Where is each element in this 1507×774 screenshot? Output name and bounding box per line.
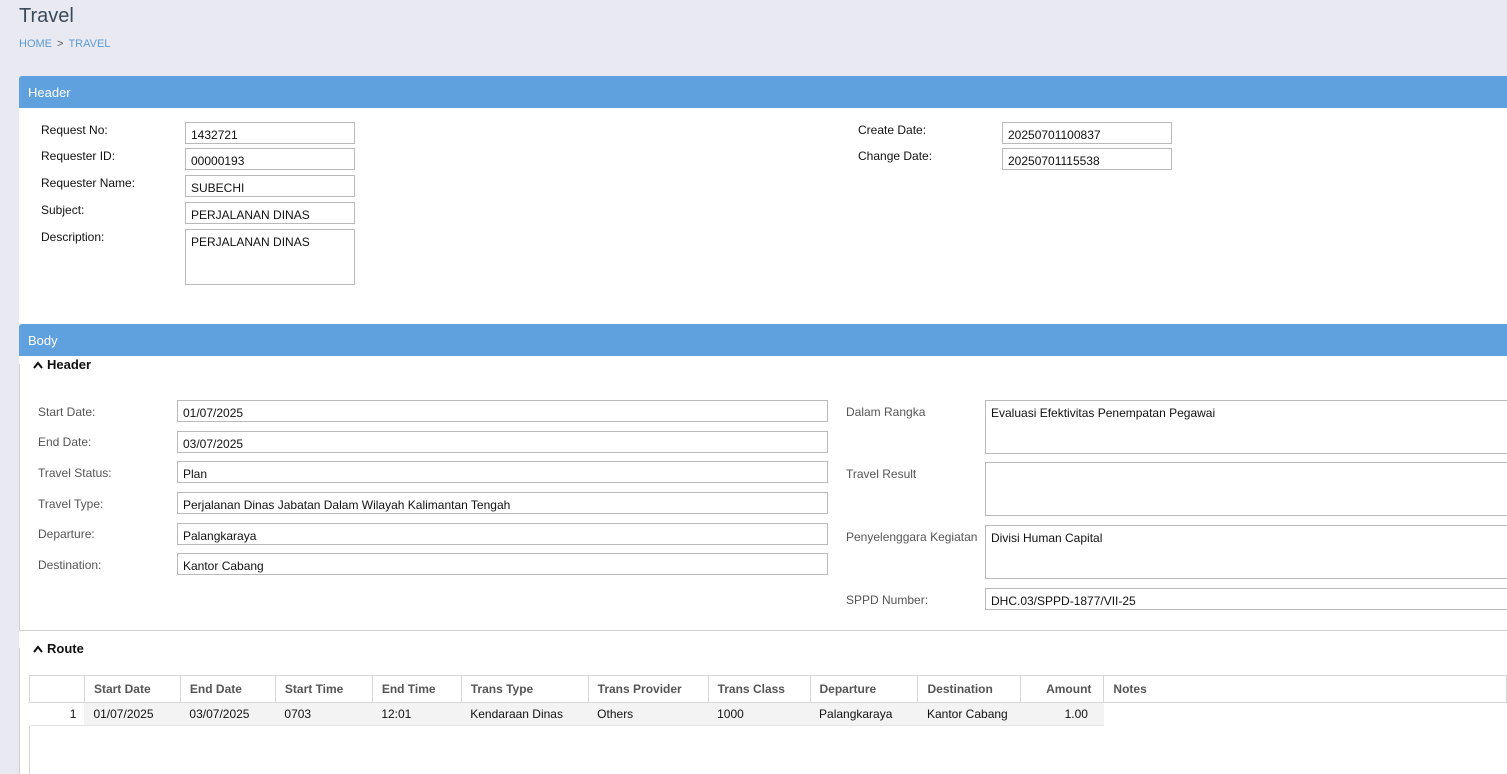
destination-field[interactable]: Kantor Cabang: [177, 553, 828, 575]
create-date-field[interactable]: 20250701100837: [1002, 122, 1172, 144]
cell-departure[interactable]: Palangkaraya: [810, 702, 918, 726]
subject-field[interactable]: PERJALANAN DINAS: [185, 202, 355, 224]
col-start-date[interactable]: Start Date: [84, 675, 181, 703]
requester-id-field[interactable]: 00000193: [185, 148, 355, 170]
cell-trans-class[interactable]: 1000: [708, 702, 811, 726]
sppd-number-label: SPPD Number:: [846, 593, 929, 607]
description-label: Description:: [41, 230, 105, 244]
body-panel-bar: Body: [19, 324, 1507, 356]
travel-type-label: Travel Type:: [38, 497, 104, 511]
create-date-label: Create Date:: [858, 123, 927, 137]
cell-start-date[interactable]: 01/07/2025: [84, 702, 181, 726]
requester-name-field[interactable]: SUBECHI: [185, 175, 355, 197]
travel-result-label: Travel Result: [846, 467, 917, 481]
departure-field[interactable]: Palangkaraya: [177, 523, 828, 545]
cell-trans-provider[interactable]: Others: [588, 702, 709, 726]
request-no-field[interactable]: 1432721: [185, 122, 355, 144]
breadcrumb: HOME > TRAVEL: [19, 38, 110, 50]
destination-label: Destination:: [38, 558, 102, 572]
cell-destination[interactable]: Kantor Cabang: [917, 702, 1021, 726]
cell-start-time[interactable]: 0703: [275, 702, 373, 726]
route-section-title: Route: [47, 641, 84, 656]
col-row-number: [29, 675, 85, 703]
travel-status-label: Travel Status:: [38, 466, 112, 480]
route-section-toggle[interactable]: Route: [33, 641, 84, 656]
cell-end-time[interactable]: 12:01: [372, 702, 462, 726]
header-section-border-left: [19, 364, 20, 630]
col-start-time[interactable]: Start Time: [275, 675, 373, 703]
cell-notes[interactable]: [1103, 702, 1507, 726]
request-no-label: Request No:: [41, 123, 108, 137]
description-field[interactable]: PERJALANAN DINAS: [185, 229, 355, 285]
col-end-time[interactable]: End Time: [372, 675, 462, 703]
col-trans-type[interactable]: Trans Type: [461, 675, 589, 703]
end-date-label: End Date:: [38, 435, 92, 449]
start-date-label: Start Date:: [38, 405, 96, 419]
header-section-border-bottom: [19, 630, 1507, 631]
end-date-field[interactable]: 03/07/2025: [177, 431, 828, 453]
cell-trans-type[interactable]: Kendaraan Dinas: [461, 702, 589, 726]
sppd-number-field[interactable]: DHC.03/SPPD-1877/VII-25: [985, 588, 1507, 610]
col-destination[interactable]: Destination: [917, 675, 1022, 703]
chevron-up-icon: [33, 361, 43, 369]
route-section-border-left: [19, 648, 20, 774]
change-date-label: Change Date:: [858, 149, 933, 163]
route-table-header: Start Date End Date Start Time End Time …: [29, 675, 1507, 703]
change-date-field[interactable]: 20250701115538: [1002, 148, 1172, 170]
travel-type-field[interactable]: Perjalanan Dinas Jabatan Dalam Wilayah K…: [177, 492, 828, 514]
start-date-field[interactable]: 01/07/2025: [177, 400, 828, 422]
route-grid-empty-area: [29, 726, 1507, 774]
header-section-title: Header: [47, 357, 92, 372]
chevron-up-icon: [33, 645, 43, 653]
header-section-toggle[interactable]: Header: [33, 357, 91, 372]
col-departure[interactable]: Departure: [810, 675, 919, 703]
penyelenggara-field[interactable]: Divisi Human Capital: [985, 525, 1507, 579]
breadcrumb-separator: >: [57, 38, 64, 50]
breadcrumb-current[interactable]: TRAVEL: [68, 38, 110, 50]
departure-label: Departure:: [38, 527, 95, 541]
col-amount[interactable]: Amount: [1020, 675, 1105, 703]
dalam-rangka-field[interactable]: Evaluasi Efektivitas Penempatan Pegawai: [985, 400, 1507, 454]
penyelenggara-label: Penyelenggara Kegiatan: [846, 530, 978, 544]
col-trans-provider[interactable]: Trans Provider: [588, 675, 709, 703]
header-panel-bar: Header: [19, 76, 1507, 108]
body-panel-title: Body: [28, 333, 58, 348]
cell-amount[interactable]: 1.00: [1020, 702, 1104, 726]
col-destination-label: Destination: [927, 682, 993, 696]
breadcrumb-home[interactable]: HOME: [19, 38, 52, 50]
page-title: Travel: [19, 5, 74, 27]
requester-name-label: Requester Name:: [41, 176, 136, 190]
travel-result-field[interactable]: [985, 462, 1507, 516]
route-table: Start Date End Date Start Time End Time …: [29, 675, 1507, 726]
travel-status-field[interactable]: Plan: [177, 461, 828, 483]
dalam-rangka-label: Dalam Rangka: [846, 405, 926, 419]
table-row[interactable]: 1 01/07/2025 03/07/2025 0703 12:01 Kenda…: [29, 702, 1507, 726]
col-notes[interactable]: Notes: [1103, 675, 1507, 703]
row-number: 1: [29, 702, 85, 726]
cell-end-date[interactable]: 03/07/2025: [180, 702, 276, 726]
subject-label: Subject:: [41, 203, 85, 217]
col-trans-class[interactable]: Trans Class: [708, 675, 811, 703]
header-panel-title: Header: [28, 85, 71, 100]
requester-id-label: Requester ID:: [41, 149, 116, 163]
col-end-date[interactable]: End Date: [180, 675, 276, 703]
